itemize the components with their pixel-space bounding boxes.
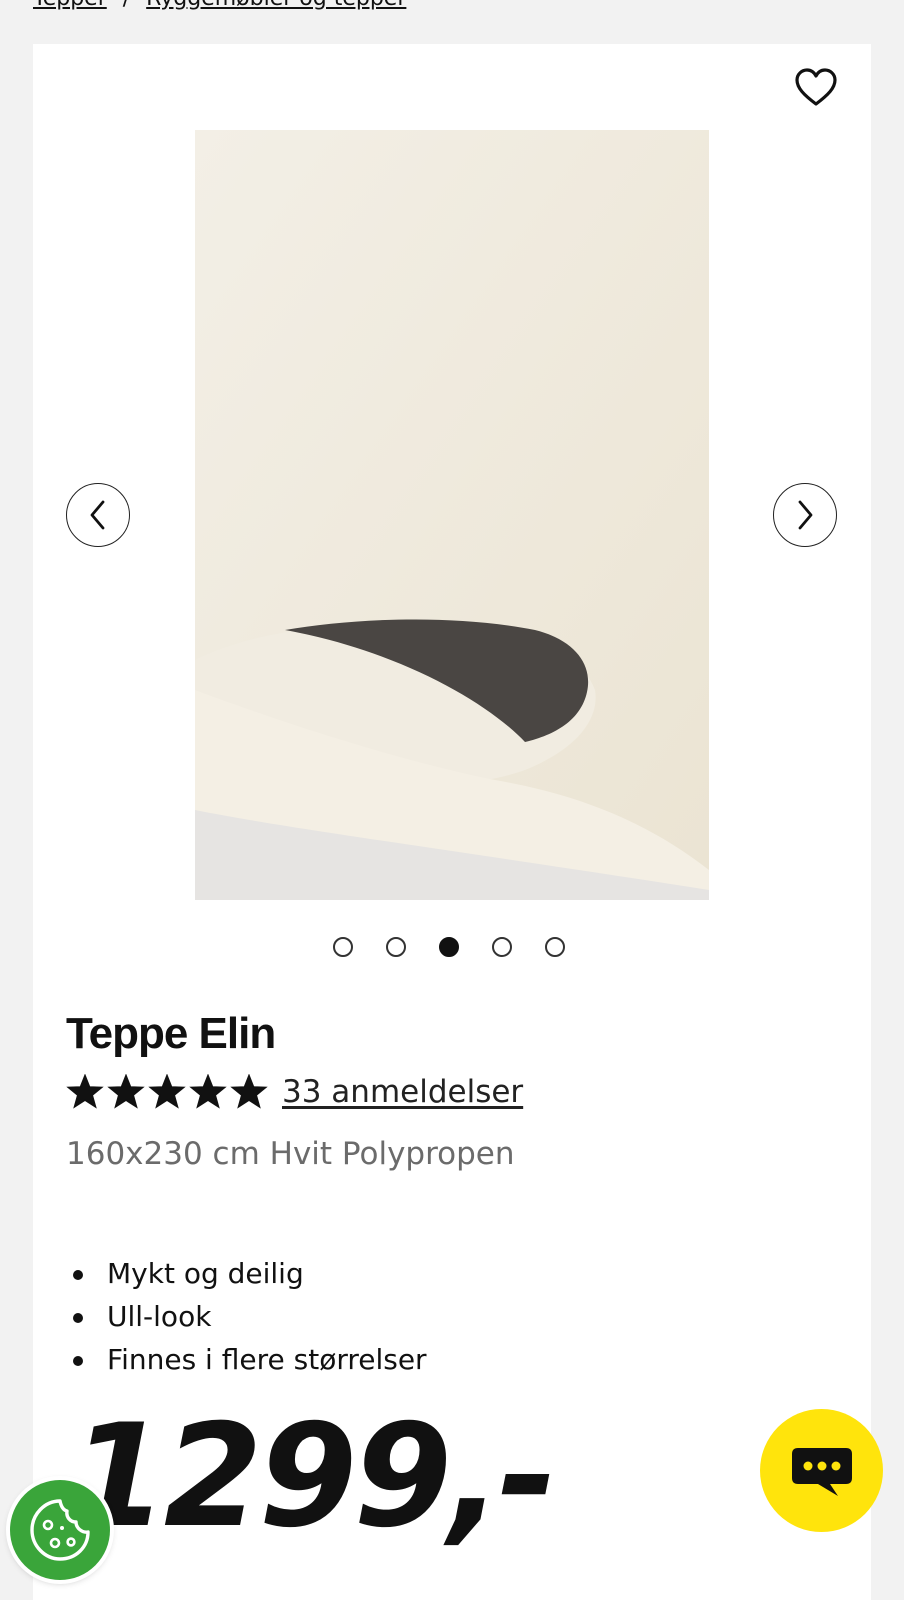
breadcrumb-item-tepper[interactable]: Tepper bbox=[33, 0, 107, 11]
reviews-link[interactable]: 33 anmeldelser bbox=[282, 1074, 523, 1110]
product-card: Teppe Elin 33 anmeldelser 160x230 cm Hvi… bbox=[33, 44, 871, 1600]
carousel-dot[interactable] bbox=[333, 937, 353, 957]
chat-bubble-icon bbox=[791, 1447, 852, 1496]
chevron-left-icon bbox=[90, 500, 105, 530]
star-icon bbox=[230, 1074, 268, 1109]
favorite-button[interactable] bbox=[793, 64, 839, 110]
product-rating: 33 anmeldelser bbox=[66, 1074, 523, 1110]
heart-icon bbox=[795, 68, 837, 106]
product-image bbox=[195, 130, 709, 900]
list-item: Finnes i flere størrelser bbox=[66, 1338, 427, 1381]
chat-button[interactable] bbox=[760, 1409, 883, 1532]
carousel-dot[interactable] bbox=[386, 937, 406, 957]
star-icon bbox=[189, 1074, 227, 1109]
next-image-button[interactable] bbox=[773, 483, 837, 547]
product-title: Teppe Elin bbox=[66, 1009, 276, 1058]
star-icon bbox=[66, 1074, 104, 1109]
breadcrumb-separator: / bbox=[123, 0, 130, 11]
carousel-dot[interactable] bbox=[439, 937, 459, 957]
cookie-icon bbox=[30, 1499, 90, 1561]
feature-list: Mykt og deilig Ull-look Finnes i flere s… bbox=[66, 1252, 427, 1381]
carousel-indicators bbox=[333, 937, 565, 957]
list-item: Ull-look bbox=[66, 1295, 427, 1338]
product-price: 1299,- bbox=[69, 1394, 557, 1559]
star-icon bbox=[148, 1074, 186, 1109]
previous-image-button[interactable] bbox=[66, 483, 130, 547]
star-icon bbox=[107, 1074, 145, 1109]
carousel-dot[interactable] bbox=[545, 937, 565, 957]
star-rating bbox=[66, 1074, 268, 1110]
breadcrumb: Tepper / Ryggemøbler og tepper bbox=[33, 0, 406, 11]
chevron-right-icon bbox=[798, 500, 813, 530]
list-item: Mykt og deilig bbox=[66, 1252, 427, 1295]
product-variant: 160x230 cm Hvit Polypropen bbox=[66, 1136, 515, 1172]
breadcrumb-item-category[interactable]: Ryggemøbler og tepper bbox=[146, 0, 406, 11]
cookie-settings-button[interactable] bbox=[10, 1480, 110, 1580]
carousel-dot[interactable] bbox=[492, 937, 512, 957]
